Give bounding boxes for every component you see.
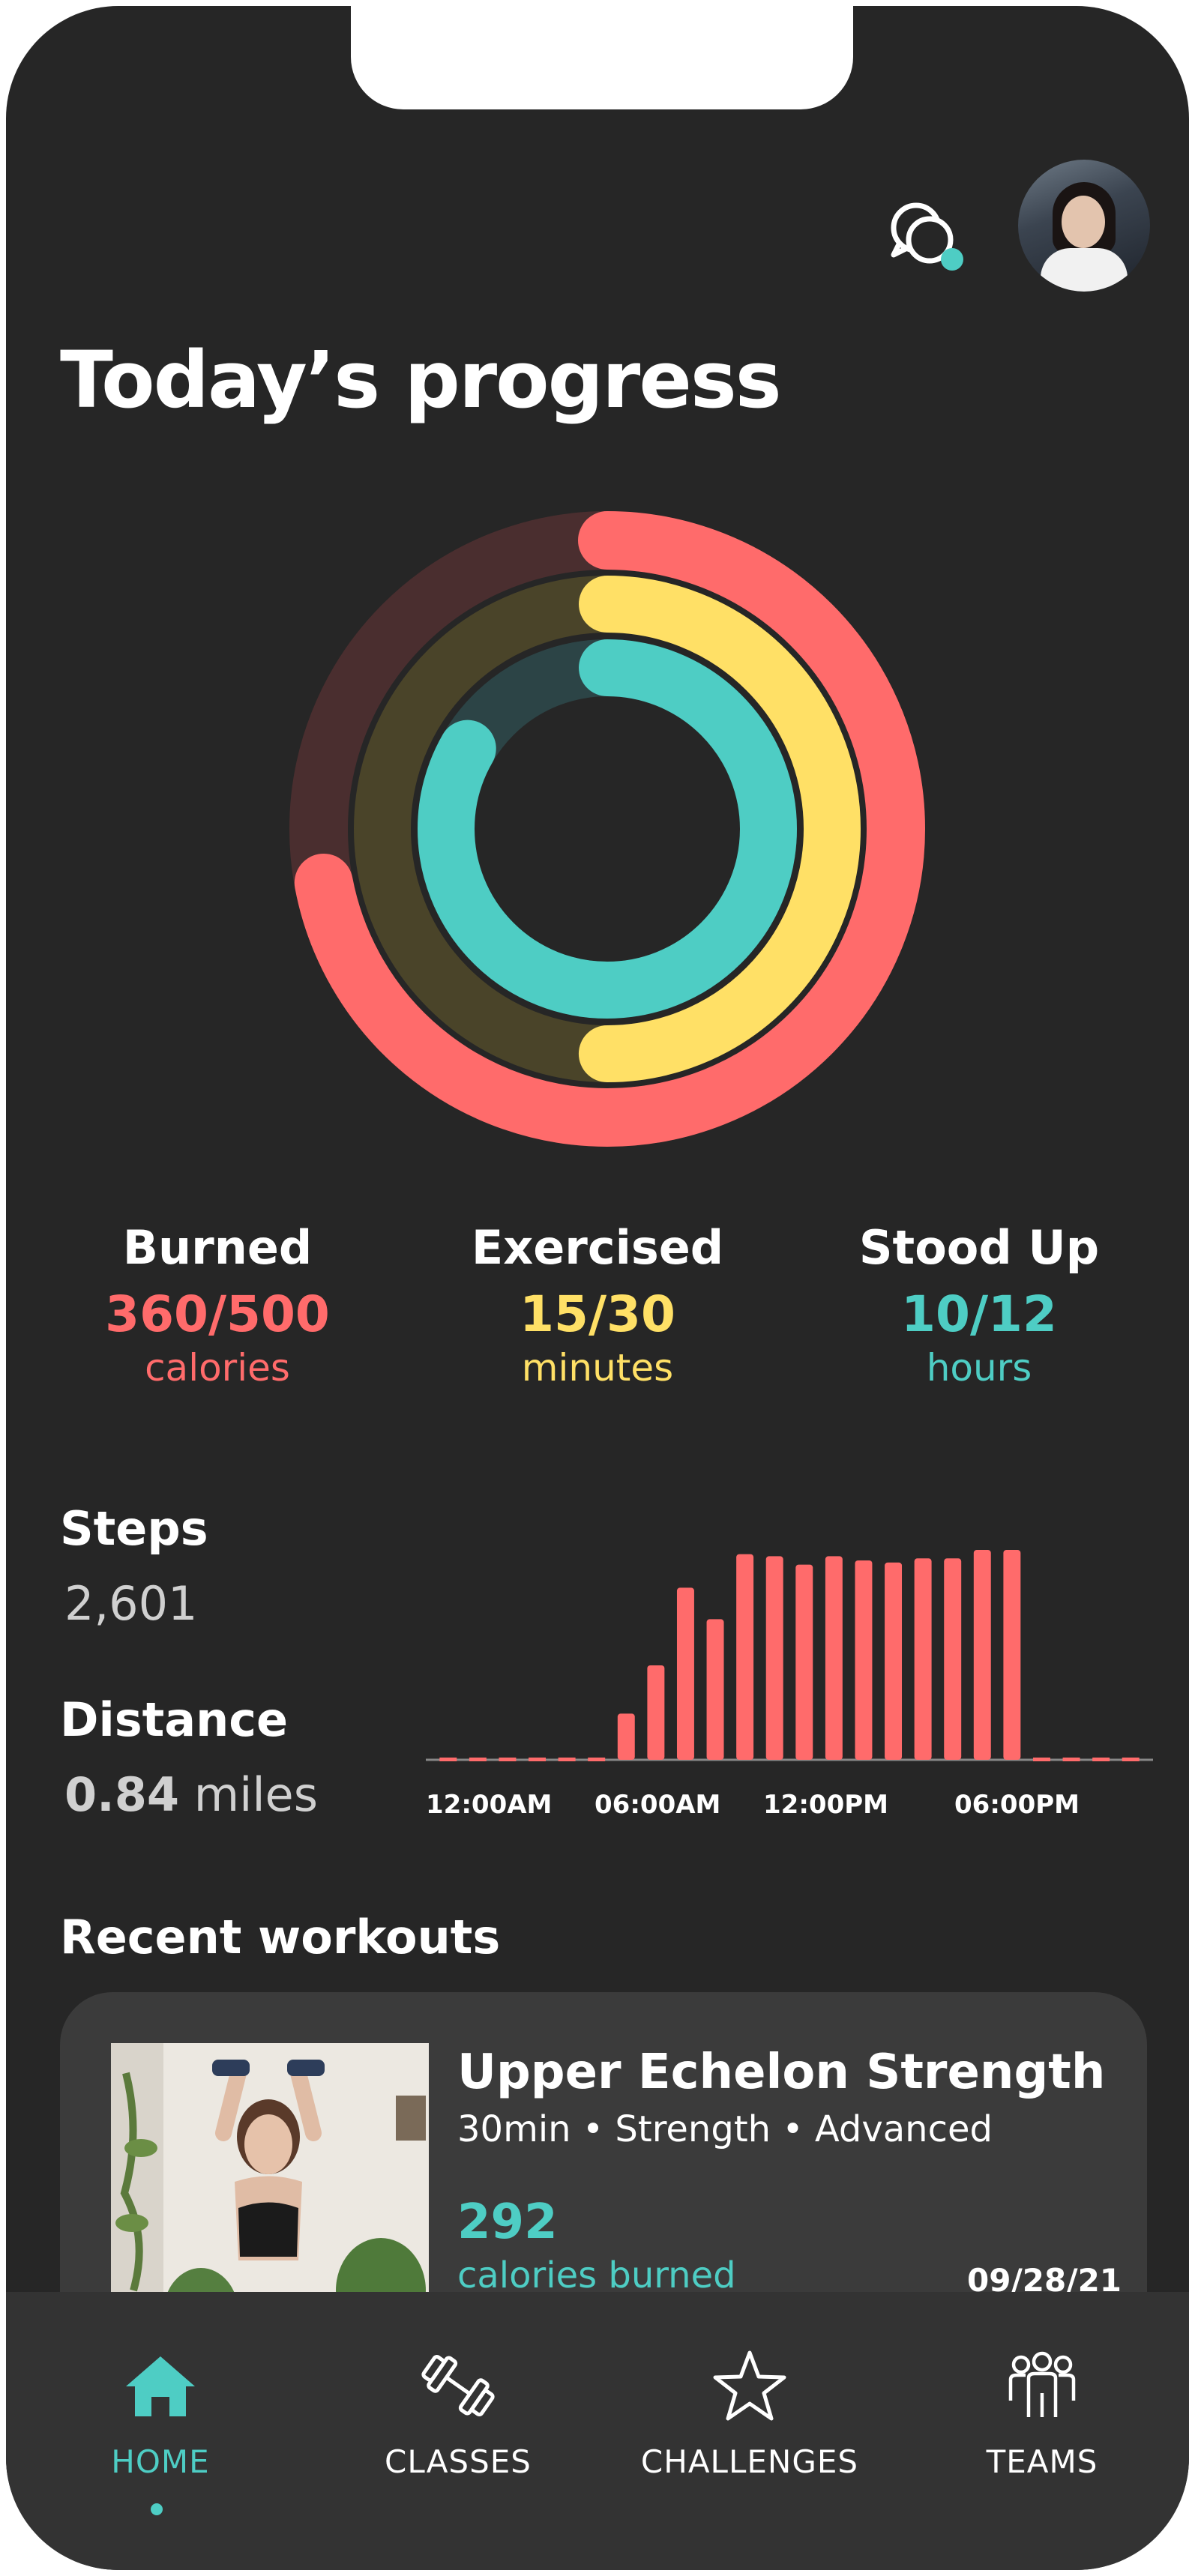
nav-label: CHALLENGES xyxy=(640,2443,859,2480)
nav-item-home[interactable]: HOME xyxy=(48,2344,273,2480)
chart-bar xyxy=(499,1758,517,1761)
dumbbell-icon xyxy=(421,2355,495,2416)
chart-bar xyxy=(1003,1550,1021,1760)
stat-stood-up: Stood Up 10/12 hours xyxy=(829,1220,1129,1390)
nav-item-teams[interactable]: TEAMS xyxy=(930,2344,1155,2480)
activity-rings xyxy=(289,511,925,1147)
chart-bar xyxy=(944,1558,962,1760)
chart-bar xyxy=(706,1619,724,1760)
nav-item-challenges[interactable]: CHALLENGES xyxy=(637,2344,862,2480)
distance-label: Distance xyxy=(60,1692,289,1747)
distance-value-row: 0.84 miles xyxy=(64,1767,318,1822)
device-notch xyxy=(351,6,853,109)
x-tick-label: 12:00PM xyxy=(763,1790,888,1820)
team-icon xyxy=(1008,2351,1076,2417)
nav-label: CLASSES xyxy=(385,2443,532,2480)
chart-bar xyxy=(795,1564,813,1760)
home-icon xyxy=(126,2356,195,2416)
chart-bar xyxy=(1092,1758,1110,1761)
chart-bar xyxy=(529,1758,547,1761)
steps-label: Steps xyxy=(60,1501,208,1556)
chart-bar xyxy=(825,1556,843,1760)
workout-name: Upper Echelon Strength xyxy=(457,2045,1106,2100)
recent-workouts-title: Recent workouts xyxy=(60,1910,501,1964)
nav-item-classes[interactable]: CLASSES xyxy=(346,2344,571,2480)
stat-value: 360/500 xyxy=(105,1285,330,1343)
chart-bar xyxy=(855,1560,873,1760)
chart-bar xyxy=(558,1758,576,1761)
star-icon xyxy=(713,2350,786,2421)
chart-bar xyxy=(647,1665,665,1760)
chart-bar xyxy=(439,1758,457,1761)
stat-value: 10/12 xyxy=(901,1285,1057,1343)
chart-bar xyxy=(914,1558,932,1760)
stat-unit: hours xyxy=(926,1346,1032,1390)
chart-bar xyxy=(1122,1758,1140,1761)
avatar[interactable] xyxy=(1018,160,1150,292)
distance-value: 0.84 xyxy=(64,1767,179,1822)
workout-calories-label: calories burned xyxy=(457,2254,736,2296)
chart-bar xyxy=(469,1758,487,1761)
nav-label: HOME xyxy=(111,2443,210,2480)
stat-burned: Burned 360/500 calories xyxy=(67,1220,367,1390)
stat-exercised: Exercised 15/30 minutes xyxy=(448,1220,747,1390)
chart-bar xyxy=(1062,1758,1080,1761)
bottom-nav: HOME CLASSES CHALLENGES TEAMS xyxy=(6,2292,1189,2570)
steps-value: 2,601 xyxy=(64,1576,198,1631)
phone-screen: Today’s progress Burned 360/500 calories… xyxy=(6,6,1189,2570)
x-tick-label: 06:00PM xyxy=(954,1790,1080,1820)
distance-unit: miles xyxy=(193,1767,318,1822)
steps-bar-chart xyxy=(426,1550,1153,1761)
chart-bar xyxy=(973,1550,991,1760)
stat-label: Stood Up xyxy=(858,1220,1100,1275)
chart-bar xyxy=(885,1562,903,1760)
stat-value: 15/30 xyxy=(520,1285,675,1343)
active-tab-indicator xyxy=(151,2503,163,2515)
x-tick-label: 06:00AM xyxy=(595,1790,721,1820)
chat-bubbles-icon[interactable] xyxy=(883,193,973,283)
nav-label: TEAMS xyxy=(986,2443,1098,2480)
chart-bar xyxy=(676,1587,694,1760)
chart-bar xyxy=(588,1758,606,1761)
workout-meta: 30min • Strength • Advanced xyxy=(457,2108,993,2150)
chart-bar xyxy=(736,1554,754,1760)
stat-label: Burned xyxy=(122,1220,313,1275)
stat-label: Exercised xyxy=(471,1220,724,1275)
page-title: Today’s progress xyxy=(60,334,782,426)
chart-bar xyxy=(1032,1758,1050,1761)
chart-bar xyxy=(765,1556,783,1760)
stat-unit: calories xyxy=(145,1346,290,1390)
chart-bar xyxy=(617,1713,635,1760)
x-tick-label: 12:00AM xyxy=(426,1790,553,1820)
stat-unit: minutes xyxy=(521,1346,674,1390)
workout-calories: 292 xyxy=(457,2195,558,2250)
